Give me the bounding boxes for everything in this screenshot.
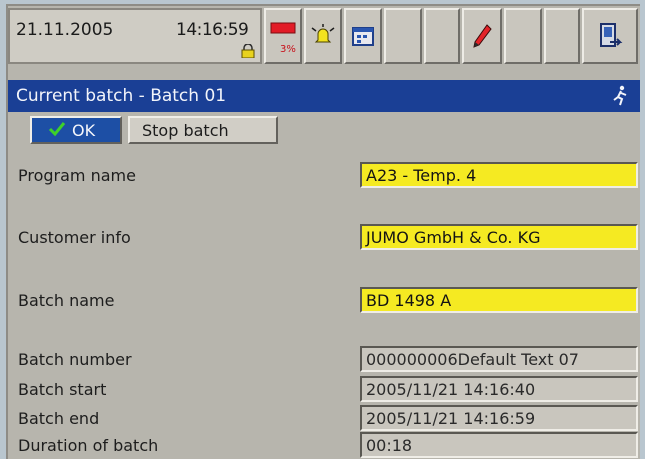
- exit-button[interactable]: [582, 8, 638, 64]
- toolbar-empty-slot: [504, 8, 542, 64]
- checkmark-icon: [48, 122, 66, 137]
- batch-end-label: Batch end: [18, 409, 100, 428]
- toolbar-empty-slot: [544, 8, 580, 64]
- batch-end-value: 2005/11/21 14:16:59: [360, 405, 638, 431]
- memory-usage-icon: [270, 22, 296, 34]
- batch-number-label: Batch number: [18, 350, 132, 369]
- date-time-display: 21.11.2005 14:16:59: [8, 8, 262, 64]
- top-bar: 21.11.2005 14:16:59 3%: [8, 6, 640, 66]
- duration-label: Duration of batch: [18, 436, 159, 455]
- recorder-screen: 21.11.2005 14:16:59 3% Current batch - B…: [6, 4, 640, 459]
- calendar-button[interactable]: [344, 8, 382, 64]
- running-figure-icon: [613, 85, 627, 106]
- toolbar-empty-slot: [424, 8, 460, 64]
- ok-button[interactable]: OK: [30, 116, 122, 144]
- edit-button[interactable]: [462, 8, 502, 64]
- ok-button-label: OK: [72, 121, 96, 140]
- alarm-button[interactable]: [304, 8, 342, 64]
- alarm-bell-icon: [311, 24, 335, 43]
- stop-batch-label: Stop batch: [142, 121, 229, 140]
- program-name-label: Program name: [18, 166, 136, 185]
- batch-name-field[interactable]: BD 1498 A: [360, 287, 638, 313]
- window-title: Current batch - Batch 01: [16, 86, 227, 106]
- batch-number-value: 000000006Default Text 07: [360, 346, 638, 372]
- customer-info-field[interactable]: JUMO GmbH & Co. KG: [360, 224, 638, 250]
- duration-value: 00:18: [360, 432, 638, 458]
- stop-batch-button[interactable]: Stop batch: [128, 116, 278, 144]
- lock-icon: [241, 44, 255, 58]
- batch-name-label: Batch name: [18, 291, 115, 310]
- current-time: 14:16:59: [176, 20, 249, 40]
- pencil-icon: [473, 24, 492, 48]
- memory-usage-button[interactable]: 3%: [264, 8, 302, 64]
- program-name-field[interactable]: A23 - Temp. 4: [360, 162, 638, 188]
- memory-usage-percent: 3%: [280, 44, 296, 55]
- customer-info-label: Customer info: [18, 228, 131, 247]
- action-bar: OK Stop batch: [8, 114, 640, 146]
- current-date: 21.11.2005: [16, 20, 114, 40]
- exit-icon: [600, 23, 623, 47]
- window-title-bar: Current batch - Batch 01: [8, 80, 640, 112]
- calendar-icon: [352, 27, 374, 46]
- batch-start-value: 2005/11/21 14:16:40: [360, 376, 638, 402]
- batch-start-label: Batch start: [18, 380, 107, 399]
- toolbar-empty-slot: [384, 8, 422, 64]
